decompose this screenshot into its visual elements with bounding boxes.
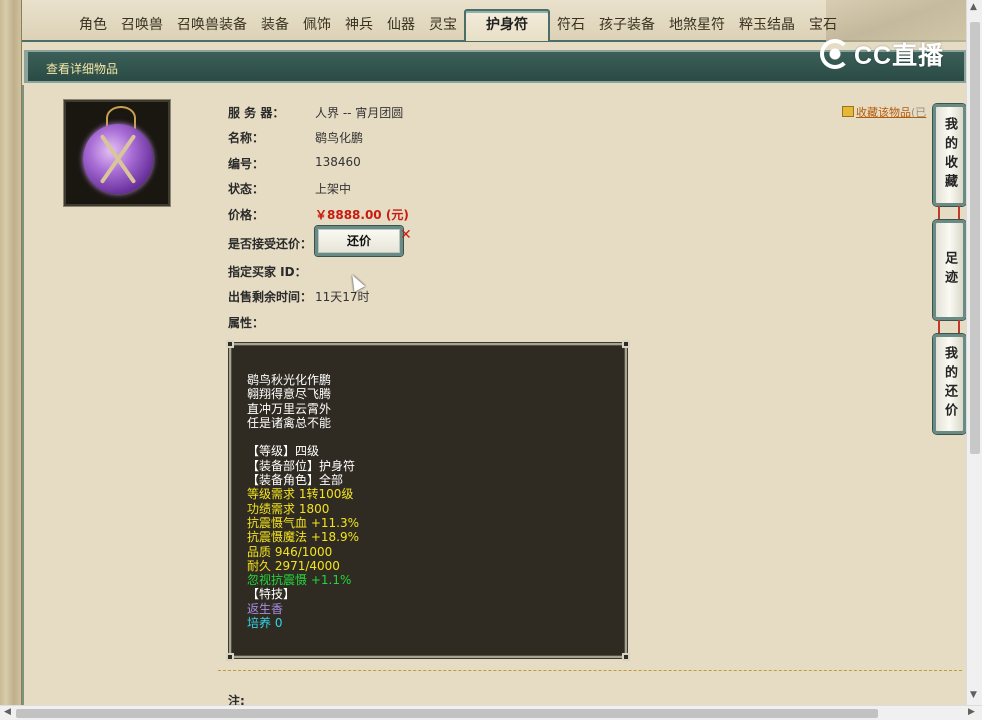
attrs-label: 属性：	[228, 316, 265, 330]
attribute-tooltip: 鹖鸟秋光化作鹏 翱翔得意尽飞腾 直冲万里云霄外 任是诸禽总不能 【等级】四级 【…	[226, 340, 630, 661]
number-label: 编号：	[228, 157, 265, 171]
poem-line: 直冲万里云霄外	[247, 401, 332, 416]
amulet-icon	[83, 124, 153, 194]
skill-label: 【特技】	[247, 587, 296, 602]
nurture-line: 培养 0	[247, 616, 283, 631]
status-label: 状态：	[228, 182, 265, 196]
stat-line: 抗震慑气血 +11.3%	[247, 515, 359, 530]
remaining-value: 11天17时	[315, 290, 370, 304]
scroll-down-icon[interactable]: ▼	[970, 690, 977, 700]
side-connector	[938, 206, 960, 220]
name-value: 鹖鸟化鹏	[315, 131, 364, 145]
server-label: 服 务 器：	[228, 106, 285, 120]
name-label: 名称：	[228, 131, 265, 145]
skill-value: 返生香	[247, 601, 284, 616]
tab-amulet[interactable]: 护身符	[464, 9, 550, 41]
number-value: 138460	[315, 155, 361, 169]
tab-child-equipment[interactable]: 孩子装备	[592, 13, 662, 39]
poem-line: 鹖鸟秋光化作鹏	[247, 373, 332, 387]
counter-offer-button[interactable]: 还价	[315, 226, 403, 256]
tab-spirit-treasure[interactable]: 灵宝	[422, 13, 464, 39]
favorite-link[interactable]: 收藏该物品(已	[842, 104, 926, 120]
side-footprints-button[interactable]: 足迹	[933, 220, 966, 320]
stat-line: 耐久 2971/4000	[247, 558, 340, 573]
cc-logo-text: CC直播	[854, 42, 945, 70]
server-value: 人界 -- 宵月团圆	[315, 106, 404, 120]
left-frame-rail	[0, 0, 22, 705]
remaining-label: 出售剩余时间：	[228, 290, 313, 304]
tab-immortal-artifact[interactable]: 仙器	[380, 13, 422, 39]
tab-summon-equipment[interactable]: 召唤兽装备	[170, 13, 254, 39]
stat-line: 抗震慑魔法 +18.9%	[247, 530, 359, 545]
tab-divine-weapon[interactable]: 神兵	[338, 13, 380, 39]
scroll-up-icon[interactable]: ▲	[970, 2, 977, 12]
side-connector	[938, 320, 960, 334]
tab-summon[interactable]: 召唤兽	[114, 13, 170, 39]
tab-accessory[interactable]: 佩饰	[296, 13, 338, 39]
cc-logo-icon	[820, 39, 850, 69]
tab-star-talisman[interactable]: 地煞星符	[662, 13, 732, 39]
tab-list: 角色 召唤兽 召唤兽装备 装备 佩饰 神兵 仙器 灵宝 护身符 符石 孩子装备 …	[72, 9, 844, 41]
tab-rune-stone[interactable]: 符石	[550, 13, 592, 39]
vertical-scrollbar[interactable]: ▲ ▼	[966, 0, 982, 705]
bonus-stat-line: 忽视抗震慑 +1.1%	[247, 573, 352, 588]
poem-line: 翱翔得意尽飞腾	[247, 387, 332, 402]
role-attr: 【装备角色】全部	[247, 473, 344, 488]
level-attr: 【等级】四级	[247, 444, 320, 459]
favorite-folder-icon	[842, 106, 854, 117]
horizontal-scroll-thumb[interactable]	[16, 709, 878, 718]
stat-line: 品质 946/1000	[247, 544, 333, 559]
status-value: 上架中	[315, 182, 352, 196]
stream-watermark: CC直播	[820, 38, 944, 70]
favorite-label: 收藏该物品	[856, 106, 911, 119]
tab-jade-crystal[interactable]: 粹玉结晶	[732, 13, 802, 39]
slot-attr: 【装备部位】护身符	[247, 458, 356, 473]
section-divider	[218, 670, 962, 671]
side-my-favorites-button[interactable]: 我的收藏	[933, 104, 966, 206]
favorite-extra: (已	[911, 106, 927, 119]
price-value: ￥8888.00 (元)	[315, 208, 409, 222]
stat-line: 功绩需求 1800	[247, 501, 330, 516]
price-label: 价格：	[228, 208, 265, 222]
scroll-left-icon[interactable]: ◀	[4, 707, 11, 717]
stat-line: 等级需求 1转100级	[247, 487, 354, 502]
buyer-id-label: 指定买家 ID：	[228, 265, 307, 279]
poem-line: 任是诸禽总不能	[247, 415, 332, 430]
tab-gem[interactable]: 宝石	[802, 13, 844, 39]
close-icon[interactable]: ✕	[400, 227, 412, 243]
horizontal-scrollbar[interactable]: ◀ ▶	[0, 705, 982, 720]
tab-character[interactable]: 角色	[72, 13, 114, 39]
detail-header-title: 查看详细物品	[46, 62, 119, 76]
vertical-scroll-thumb[interactable]	[970, 22, 980, 454]
category-tab-bar: 角色 召唤兽 召唤兽装备 装备 佩饰 神兵 仙器 灵宝 护身符 符石 孩子装备 …	[22, 0, 966, 42]
scroll-right-icon[interactable]: ▶	[968, 707, 975, 717]
accept-counter-label: 是否接受还价：	[228, 237, 313, 251]
side-my-counter-offers-button[interactable]: 我的还价	[933, 334, 966, 434]
tab-equipment[interactable]: 装备	[254, 13, 296, 39]
item-image	[63, 99, 171, 207]
